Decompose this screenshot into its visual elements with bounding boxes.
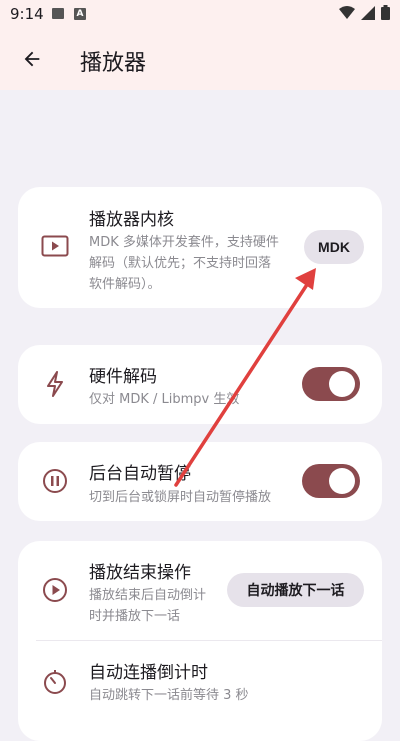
timer-icon <box>40 667 70 697</box>
player-core-button[interactable]: MDK <box>304 230 364 264</box>
player-core-subtitle-line1: MDK 多媒体开发套件，支持硬件 <box>89 235 279 250</box>
countdown-subtitle: 自动跳转下一话前等待 3 秒 <box>89 688 249 703</box>
back-button[interactable] <box>16 43 48 75</box>
arrow-back-icon <box>24 51 40 67</box>
play-circle-icon <box>40 575 70 605</box>
app-a-icon: A <box>74 8 86 20</box>
hardware-decode-subtitle: 仅对 MDK / Libmpv 生效 <box>89 392 240 407</box>
playback-end-subtitle-line2: 时并播放下一话 <box>89 609 181 624</box>
battery-icon <box>381 5 390 20</box>
playback-end-button[interactable]: 自动播放下一话 <box>227 573 364 607</box>
status-time: 9:14 <box>10 5 44 23</box>
countdown-title: 自动连播倒计时 <box>89 663 208 683</box>
status-bar: 9:14 A <box>0 0 400 28</box>
play-screen-icon <box>40 231 70 261</box>
wifi-icon <box>339 5 355 19</box>
playback-end-row[interactable]: 播放结束操作 播放结束后自动倒计 时并播放下一话 自动播放下一话 <box>18 541 382 640</box>
hardware-decode-title: 硬件解码 <box>89 367 157 387</box>
page-title: 播放器 <box>80 51 147 76</box>
background-pause-row[interactable]: 后台自动暂停 切到后台或锁屏时自动暂停播放 <box>18 442 382 521</box>
signal-icon <box>361 5 375 20</box>
player-core-card: 播放器内核 MDK 多媒体开发套件，支持硬件 解码（默认优先；不支持时回落 软件… <box>18 187 382 308</box>
background-pause-card: 后台自动暂停 切到后台或锁屏时自动暂停播放 <box>18 442 382 521</box>
app-bar: 播放器 <box>0 28 400 90</box>
countdown-row[interactable]: 自动连播倒计时 自动跳转下一话前等待 3 秒 <box>18 641 382 741</box>
player-core-subtitle-line3: 软件解码）。 <box>89 277 161 292</box>
hardware-decode-row[interactable]: 硬件解码 仅对 MDK / Libmpv 生效 <box>18 345 382 424</box>
player-core-row[interactable]: 播放器内核 MDK 多媒体开发套件，支持硬件 解码（默认优先；不支持时回落 软件… <box>18 187 382 308</box>
player-core-subtitle-line2: 解码（默认优先；不支持时回落 <box>89 256 272 271</box>
hardware-decode-card: 硬件解码 仅对 MDK / Libmpv 生效 <box>18 345 382 424</box>
playback-end-title: 播放结束操作 <box>89 563 191 583</box>
hardware-decode-toggle[interactable] <box>302 367 360 401</box>
playback-end-card: 播放结束操作 播放结束后自动倒计 时并播放下一话 自动播放下一话 自动连播倒计时… <box>18 541 382 741</box>
gallery-icon <box>52 8 64 19</box>
background-pause-title: 后台自动暂停 <box>89 464 191 484</box>
background-pause-subtitle: 切到后台或锁屏时自动暂停播放 <box>89 490 272 505</box>
toggle-knob <box>329 371 355 397</box>
playback-end-subtitle-line1: 播放结束后自动倒计 <box>89 588 207 603</box>
toggle-knob <box>329 468 355 494</box>
pause-circle-icon <box>40 466 70 496</box>
player-core-title: 播放器内核 <box>89 210 174 230</box>
bolt-icon <box>40 369 70 399</box>
background-pause-toggle[interactable] <box>302 464 360 498</box>
